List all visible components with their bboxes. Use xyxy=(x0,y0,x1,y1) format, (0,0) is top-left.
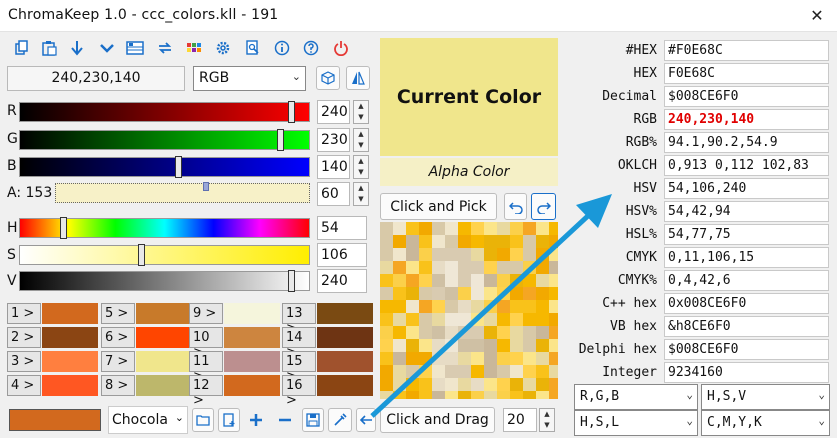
annotation-arrow xyxy=(370,194,612,418)
